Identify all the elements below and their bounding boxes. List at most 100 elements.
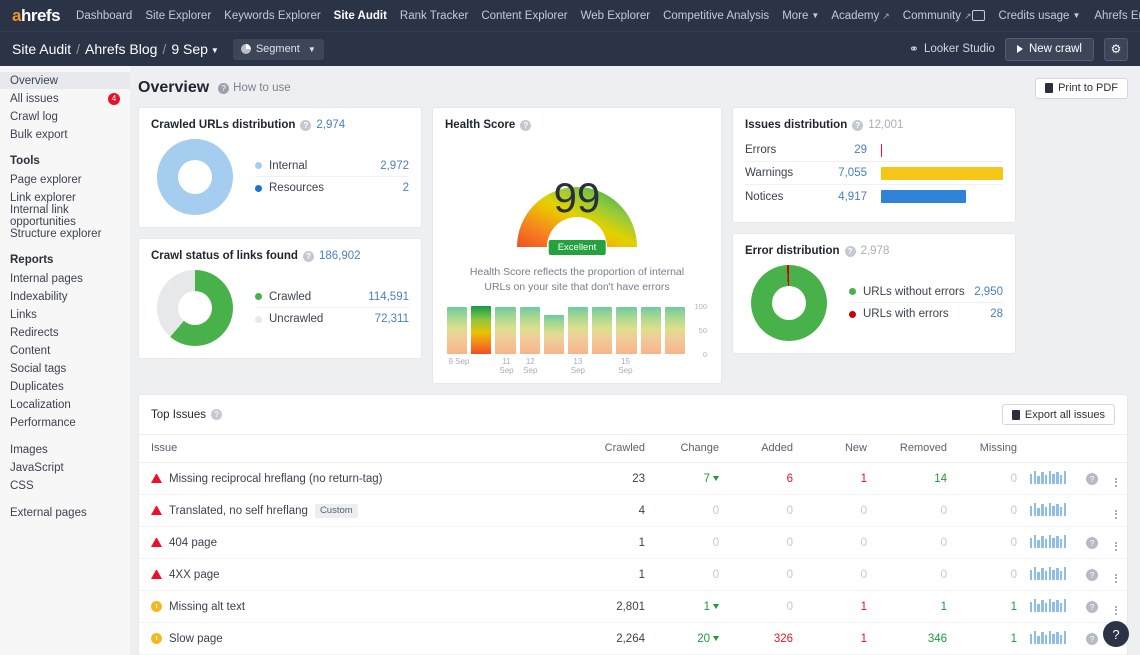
table-row[interactable]: Translated, no self hreflang Custom 4 0 0 0 0 0 bbox=[139, 494, 1127, 528]
issues-distribution-row[interactable]: Notices 4,917 bbox=[745, 185, 1003, 208]
nav-item-site-audit[interactable]: Site Audit bbox=[334, 10, 387, 22]
history-bar[interactable] bbox=[568, 306, 589, 355]
sidebar-item-images[interactable]: Images bbox=[0, 441, 130, 458]
sidebar-item-redirects[interactable]: Redirects bbox=[0, 324, 130, 341]
history-bar[interactable] bbox=[543, 314, 565, 355]
sidebar-item-overview[interactable]: Overview bbox=[0, 72, 130, 89]
ahrefs-logo[interactable]: aahrefshrefs bbox=[12, 6, 61, 26]
column-header-change[interactable]: Change bbox=[645, 434, 719, 464]
help-icon[interactable]: ? bbox=[1086, 569, 1098, 582]
kebab-menu-icon[interactable] bbox=[1115, 605, 1117, 616]
help-icon[interactable]: ? bbox=[1086, 473, 1098, 486]
how-to-use-link[interactable]: ? How to use bbox=[218, 82, 291, 94]
card-total-value: 12,001 bbox=[868, 119, 904, 131]
sidebar-item-indexability[interactable]: Indexability bbox=[0, 288, 130, 305]
table-row[interactable]: 4XX page 1 0 0 0 0 0? bbox=[139, 558, 1127, 592]
table-row[interactable]: 404 page 1 0 0 0 0 0? bbox=[139, 526, 1127, 560]
credits-usage-menu[interactable]: Credits usage ▼ bbox=[999, 10, 1081, 22]
nav-item-keywords-explorer[interactable]: Keywords Explorer bbox=[224, 10, 321, 22]
help-fab-button[interactable]: ? bbox=[1103, 621, 1129, 647]
sidebar-item-social-tags[interactable]: Social tags bbox=[0, 360, 130, 377]
info-icon[interactable]: ? bbox=[300, 119, 312, 131]
column-header-missing[interactable]: Missing bbox=[947, 434, 1017, 464]
help-icon[interactable]: ? bbox=[1086, 537, 1098, 550]
looker-studio-icon: ⚭ bbox=[908, 42, 919, 56]
history-bar[interactable] bbox=[447, 306, 468, 355]
column-header-new[interactable]: New bbox=[793, 434, 867, 464]
history-bar[interactable] bbox=[592, 306, 613, 355]
nav-item-rank-tracker[interactable]: Rank Tracker bbox=[400, 10, 468, 22]
history-bar[interactable] bbox=[640, 306, 661, 355]
table-row[interactable]: Missing alt text 2,801 1 0 1 1 1? bbox=[139, 590, 1127, 624]
kebab-menu-icon[interactable] bbox=[1115, 477, 1117, 488]
nav-item-content-explorer[interactable]: Content Explorer bbox=[481, 10, 567, 22]
sidebar-item-css[interactable]: CSS bbox=[0, 477, 130, 494]
help-icon[interactable]: ? bbox=[1086, 633, 1098, 646]
info-icon[interactable]: ? bbox=[210, 409, 222, 421]
column-header-removed[interactable]: Removed bbox=[867, 434, 947, 464]
sidebar-item-localization[interactable]: Localization bbox=[0, 396, 130, 413]
card-total-value: 186,902 bbox=[318, 250, 361, 262]
new-crawl-button[interactable]: New crawl bbox=[1004, 37, 1094, 61]
nav-item-academy[interactable]: Academy ↗ bbox=[831, 10, 889, 22]
sidebar-item-content[interactable]: Content bbox=[0, 342, 130, 359]
sidebar-item-page-explorer[interactable]: Page explorer bbox=[0, 171, 130, 188]
sidebar-item-crawl-log[interactable]: Crawl log bbox=[0, 108, 130, 125]
history-bar[interactable] bbox=[471, 306, 492, 355]
info-icon[interactable]: ? bbox=[852, 119, 864, 131]
issue-label[interactable]: Missing reciprocal hreflang (no return-t… bbox=[169, 473, 382, 485]
account-menu[interactable]: Ahrefs Enterprise▼ bbox=[1094, 10, 1140, 22]
kebab-menu-icon[interactable] bbox=[1115, 541, 1117, 552]
nav-item-competitive-analysis[interactable]: Competitive Analysis bbox=[663, 10, 769, 22]
sidebar-item-javascript[interactable]: JavaScript bbox=[0, 459, 130, 476]
breadcrumb-item-2[interactable]: 9 Sep ▼ bbox=[171, 41, 219, 57]
history-bar[interactable] bbox=[495, 306, 516, 355]
monitor-icon[interactable] bbox=[971, 10, 985, 21]
export-all-issues-button[interactable]: Export all issues bbox=[1001, 404, 1115, 426]
column-header-issue[interactable]: Issue bbox=[139, 434, 573, 464]
nav-item-dashboard[interactable]: Dashboard bbox=[76, 10, 132, 22]
issues-distribution-row[interactable]: Warnings 7,055 bbox=[745, 162, 1003, 185]
breadcrumb-item-1[interactable]: Ahrefs Blog bbox=[85, 41, 157, 57]
segment-button[interactable]: Segment ▼ bbox=[232, 38, 324, 60]
info-icon[interactable]: ? bbox=[844, 245, 856, 257]
sidebar-item-internal-link-opportunities[interactable]: Internal link opportunities bbox=[0, 204, 130, 228]
issue-label[interactable]: Slow page bbox=[169, 633, 223, 645]
issue-label[interactable]: Translated, no self hreflang bbox=[169, 505, 308, 517]
sidebar-item-external-pages[interactable]: External pages bbox=[0, 504, 130, 521]
sidebar-item-links[interactable]: Links bbox=[0, 306, 130, 323]
sidebar-item-structure-explorer[interactable]: Structure explorer bbox=[0, 225, 130, 242]
nav-item-community[interactable]: Community ↗ bbox=[903, 10, 972, 22]
looker-studio-button[interactable]: ⚭ Looker Studio bbox=[909, 42, 995, 56]
crawled-urls-donut-chart bbox=[157, 139, 233, 215]
sidebar-item-all-issues[interactable]: All issues 4 bbox=[0, 90, 130, 107]
sidebar-item-duplicates[interactable]: Duplicates bbox=[0, 378, 130, 395]
column-header-crawled[interactable]: Crawled bbox=[573, 434, 645, 464]
sidebar-item-bulk-export[interactable]: Bulk export bbox=[0, 126, 130, 143]
sidebar-item-internal-pages[interactable]: Internal pages bbox=[0, 270, 130, 287]
print-to-pdf-button[interactable]: Print to PDF bbox=[1035, 77, 1128, 99]
settings-button[interactable]: ⚙ bbox=[1104, 37, 1128, 61]
kebab-menu-icon[interactable] bbox=[1115, 573, 1117, 584]
sidebar-item-performance[interactable]: Performance bbox=[0, 414, 130, 431]
info-icon[interactable]: ? bbox=[520, 119, 532, 131]
issue-label[interactable]: Missing alt text bbox=[169, 601, 245, 613]
nav-item-web-explorer[interactable]: Web Explorer bbox=[581, 10, 650, 22]
nav-item-site-explorer[interactable]: Site Explorer bbox=[145, 10, 211, 22]
table-row[interactable]: Slow page 2,264 20 326 1 346 1? bbox=[139, 622, 1127, 655]
info-icon[interactable]: ? bbox=[302, 250, 314, 262]
kebab-menu-icon[interactable] bbox=[1115, 509, 1117, 520]
nav-item-more[interactable]: More ▼ bbox=[782, 10, 819, 22]
history-bar[interactable] bbox=[616, 306, 637, 355]
issue-label[interactable]: 4XX page bbox=[169, 569, 220, 581]
legend-row: URLs without errors 2,950 bbox=[849, 281, 1003, 303]
issue-label[interactable]: 404 page bbox=[169, 537, 217, 549]
breadcrumb-item-0[interactable]: Site Audit bbox=[12, 41, 71, 57]
table-row[interactable]: Missing reciprocal hreflang (no return-t… bbox=[139, 462, 1127, 496]
column-header-added[interactable]: Added bbox=[719, 434, 793, 464]
issues-distribution-bar-wrap bbox=[867, 166, 1003, 180]
help-icon[interactable]: ? bbox=[1086, 601, 1098, 614]
history-bar[interactable] bbox=[664, 306, 686, 355]
issues-distribution-row[interactable]: Errors 29 bbox=[745, 139, 1003, 162]
history-bar[interactable] bbox=[519, 306, 540, 355]
